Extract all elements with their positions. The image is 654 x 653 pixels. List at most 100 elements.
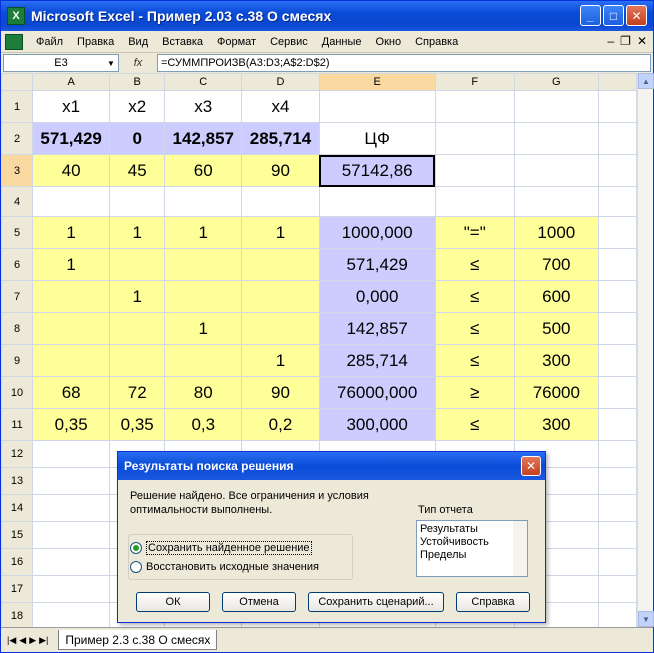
- cell[interactable]: [32, 575, 111, 603]
- cell[interactable]: [597, 494, 637, 522]
- cell[interactable]: 285,714: [241, 122, 320, 155]
- cell[interactable]: [241, 186, 320, 217]
- row-header[interactable]: 15: [1, 521, 34, 549]
- menu-edit[interactable]: Правка: [70, 36, 121, 48]
- cell[interactable]: [241, 248, 320, 281]
- cell[interactable]: 300: [513, 344, 599, 377]
- cell[interactable]: [597, 122, 637, 155]
- report-type-list[interactable]: Результаты Устойчивость Пределы: [416, 520, 528, 577]
- cell[interactable]: [109, 186, 166, 217]
- cell[interactable]: 500: [513, 312, 599, 345]
- cell[interactable]: 571,429: [318, 248, 436, 281]
- cell[interactable]: [513, 122, 599, 155]
- cell[interactable]: [434, 186, 515, 217]
- menu-window[interactable]: Окно: [369, 36, 409, 48]
- cell[interactable]: [32, 280, 111, 313]
- row-header[interactable]: 4: [1, 186, 34, 217]
- cell[interactable]: [32, 602, 111, 627]
- cell[interactable]: [597, 376, 637, 409]
- next-sheet-icon[interactable]: ▶: [29, 635, 36, 646]
- excel-app-icon[interactable]: X: [7, 7, 25, 25]
- cell[interactable]: [164, 186, 243, 217]
- cell[interactable]: [32, 548, 111, 576]
- cell[interactable]: [513, 90, 599, 123]
- cell[interactable]: [597, 440, 637, 468]
- cell[interactable]: 0,2: [241, 408, 320, 441]
- cell[interactable]: 0,35: [32, 408, 111, 441]
- cell[interactable]: 45: [109, 154, 166, 187]
- vertical-scrollbar[interactable]: ▲ ▼: [637, 73, 654, 627]
- help-button[interactable]: Справка: [456, 592, 530, 612]
- cell[interactable]: 1: [32, 248, 111, 281]
- workbook-minimize-icon[interactable]: –: [607, 34, 614, 48]
- cell[interactable]: [597, 154, 637, 187]
- fx-icon[interactable]: fx: [119, 57, 157, 69]
- cell[interactable]: [32, 440, 111, 468]
- first-sheet-icon[interactable]: |◀: [7, 635, 16, 646]
- cell[interactable]: 40: [32, 154, 111, 187]
- row-header[interactable]: 9: [1, 344, 34, 377]
- cell[interactable]: [32, 186, 111, 217]
- close-button[interactable]: ✕: [626, 5, 647, 26]
- scroll-down-icon[interactable]: ▼: [638, 611, 654, 627]
- cell[interactable]: [597, 312, 637, 345]
- restore-values-label[interactable]: Восстановить исходные значения: [146, 561, 319, 573]
- save-scenario-button[interactable]: Сохранить сценарий...: [308, 592, 444, 612]
- cell[interactable]: 1: [241, 344, 320, 377]
- keep-solution-radio[interactable]: [130, 542, 142, 554]
- cell[interactable]: 60: [164, 154, 243, 187]
- cell[interactable]: [434, 122, 515, 155]
- cell[interactable]: 68: [32, 376, 111, 409]
- cell[interactable]: x3: [164, 90, 243, 123]
- cell[interactable]: 76000,000: [318, 376, 436, 409]
- cell[interactable]: 1: [109, 216, 166, 249]
- row-header[interactable]: 10: [1, 376, 34, 409]
- cell[interactable]: [597, 216, 637, 249]
- cell[interactable]: 300: [513, 408, 599, 441]
- cell[interactable]: [513, 186, 599, 217]
- cell[interactable]: [32, 521, 111, 549]
- cell[interactable]: [109, 312, 166, 345]
- select-all-corner[interactable]: [1, 73, 34, 91]
- cell[interactable]: 90: [241, 154, 320, 187]
- menu-data[interactable]: Данные: [315, 36, 369, 48]
- cell[interactable]: [241, 312, 320, 345]
- column-header-d[interactable]: D: [241, 73, 320, 91]
- cell[interactable]: ≥: [434, 376, 515, 409]
- cell[interactable]: ≤: [434, 344, 515, 377]
- cell[interactable]: 57142,86: [318, 154, 436, 187]
- last-sheet-icon[interactable]: ▶|: [39, 635, 48, 646]
- menu-view[interactable]: Вид: [121, 36, 155, 48]
- cell[interactable]: x2: [109, 90, 166, 123]
- workbook-restore-icon[interactable]: ❐: [620, 34, 631, 48]
- cell[interactable]: 142,857: [318, 312, 436, 345]
- cell[interactable]: 600: [513, 280, 599, 313]
- cell[interactable]: [241, 280, 320, 313]
- column-header-e[interactable]: E: [318, 73, 436, 91]
- cell[interactable]: ≤: [434, 248, 515, 281]
- report-list-scrollbar[interactable]: [513, 521, 527, 576]
- row-header[interactable]: 16: [1, 548, 34, 576]
- cell[interactable]: [597, 467, 637, 495]
- cell[interactable]: 1: [241, 216, 320, 249]
- row-header[interactable]: 3: [1, 154, 34, 187]
- cell[interactable]: [597, 575, 637, 603]
- report-item-sensitivity[interactable]: Устойчивость: [420, 536, 524, 549]
- cell[interactable]: [164, 280, 243, 313]
- cell[interactable]: [32, 344, 111, 377]
- cell[interactable]: 285,714: [318, 344, 436, 377]
- prev-sheet-icon[interactable]: ◀: [19, 635, 26, 646]
- cell[interactable]: [513, 154, 599, 187]
- cell[interactable]: [318, 186, 436, 217]
- menu-help[interactable]: Справка: [408, 36, 465, 48]
- row-header[interactable]: 7: [1, 280, 34, 313]
- column-header-a[interactable]: A: [32, 73, 111, 91]
- name-box[interactable]: E3 ▼: [3, 54, 119, 72]
- report-item-results[interactable]: Результаты: [420, 523, 524, 536]
- cell[interactable]: "=": [434, 216, 515, 249]
- cell[interactable]: [318, 90, 436, 123]
- restore-values-radio[interactable]: [130, 561, 142, 573]
- cell[interactable]: ≤: [434, 280, 515, 313]
- cell[interactable]: 80: [164, 376, 243, 409]
- cell[interactable]: [597, 90, 637, 123]
